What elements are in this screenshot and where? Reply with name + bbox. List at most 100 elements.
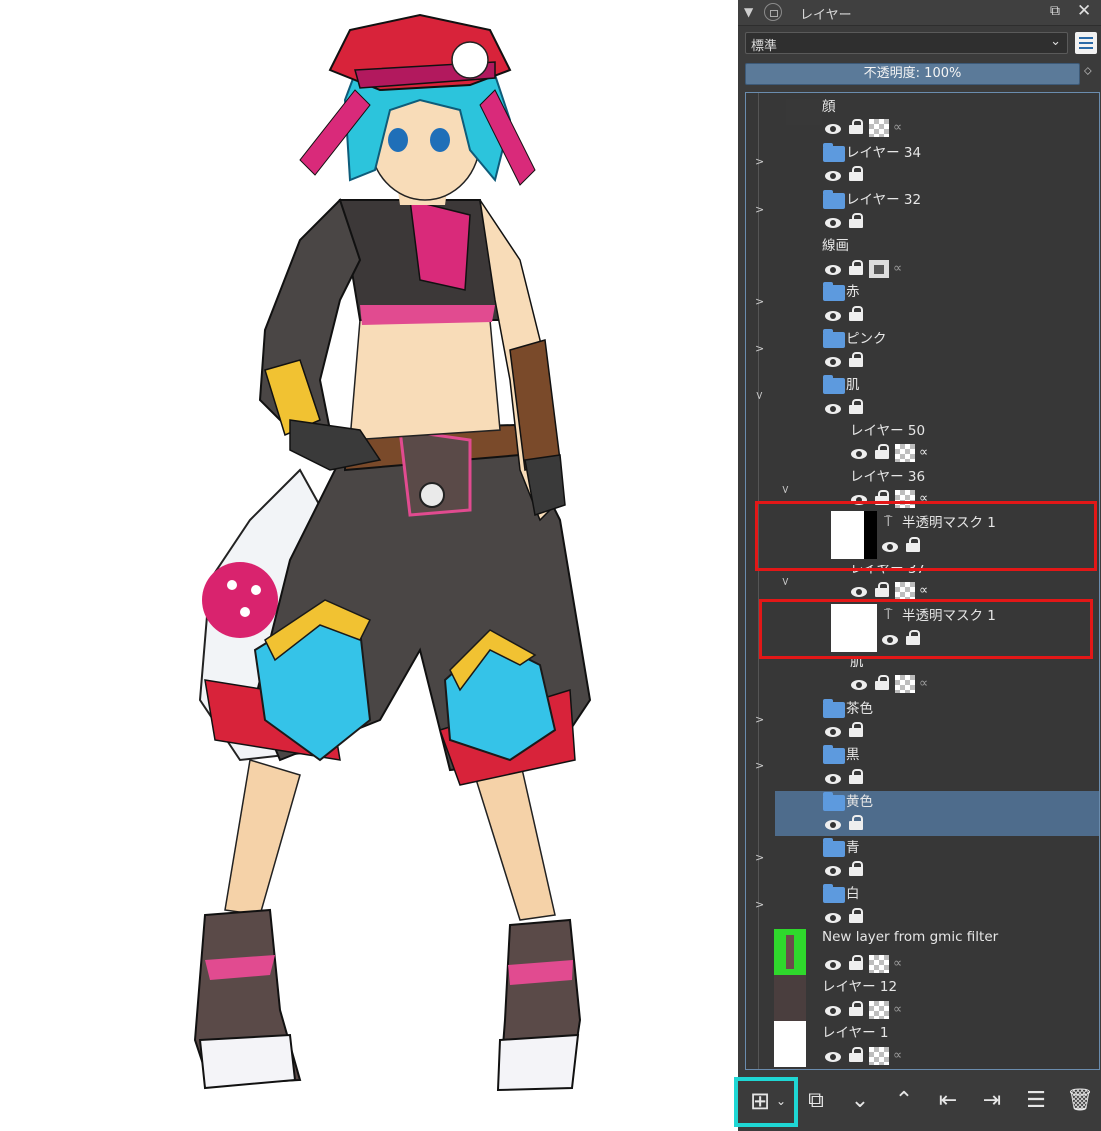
lock-icon[interactable]: [847, 955, 865, 971]
visibility-eye-icon[interactable]: [851, 586, 869, 598]
lock-icon[interactable]: [847, 908, 865, 924]
lock-docker-icon[interactable]: [764, 3, 782, 21]
alpha-lock-icon[interactable]: [895, 582, 915, 600]
expand-arrow-icon[interactable]: >: [755, 203, 764, 216]
expand-arrow-icon[interactable]: >: [755, 713, 764, 726]
layer-name: 黒: [846, 747, 860, 763]
lock-icon[interactable]: [847, 399, 865, 415]
move-up-icon[interactable]: ⌃: [886, 1083, 922, 1119]
layer-thumbnail: [774, 975, 806, 1021]
view-mode-icon[interactable]: [1075, 32, 1097, 54]
visibility-eye-icon[interactable]: [825, 264, 843, 276]
expand-arrow-icon[interactable]: >: [753, 391, 766, 400]
inherit-alpha-icon[interactable]: ∝: [893, 121, 909, 135]
lock-icon[interactable]: [847, 352, 865, 368]
lock-icon[interactable]: [847, 1001, 865, 1017]
folder-icon: [823, 792, 845, 811]
inherit-alpha-icon[interactable]: ∝: [893, 262, 909, 276]
outdent-icon[interactable]: ⇤: [930, 1083, 966, 1119]
expand-arrow-icon[interactable]: >: [755, 155, 764, 168]
lock-icon[interactable]: [847, 306, 865, 322]
collapse-arrow-icon[interactable]: ▼: [744, 5, 753, 19]
layer-name: 茶色: [846, 701, 873, 717]
visibility-eye-icon[interactable]: [825, 170, 843, 182]
alpha-lock-icon[interactable]: [869, 955, 889, 973]
opacity-spin-icon[interactable]: ⬦: [1084, 64, 1092, 78]
visibility-eye-icon[interactable]: [825, 310, 843, 322]
expand-arrow-icon[interactable]: >: [755, 851, 764, 864]
visibility-eye-icon[interactable]: [825, 1005, 843, 1017]
visibility-eye-icon[interactable]: [825, 819, 843, 831]
visibility-eye-icon[interactable]: [825, 726, 843, 738]
alpha-lock-icon[interactable]: [895, 675, 915, 693]
visibility-eye-icon[interactable]: [825, 356, 843, 368]
inherit-alpha-icon[interactable]: ∝: [893, 1049, 909, 1063]
indent-icon[interactable]: ⇥: [974, 1083, 1010, 1119]
alpha-lock-icon[interactable]: [869, 1001, 889, 1019]
layer-toolbar: ⊞ ⌄ ⧉ ⌄ ⌃ ⇤ ⇥ ☰ 🗑: [734, 1075, 1101, 1131]
layer-name: 肌: [846, 377, 860, 393]
alpha-locked-icon[interactable]: [869, 260, 889, 278]
inherit-alpha-icon[interactable]: ∝: [893, 957, 909, 971]
lock-icon[interactable]: [847, 861, 865, 877]
blend-mode-value: 標準: [751, 39, 778, 54]
layer-name: レイヤー 36: [850, 469, 926, 485]
visibility-eye-icon[interactable]: [851, 679, 869, 691]
expand-arrow-icon[interactable]: >: [779, 577, 792, 586]
lock-icon[interactable]: [847, 722, 865, 738]
visibility-eye-icon[interactable]: [825, 773, 843, 785]
expand-arrow-icon[interactable]: >: [755, 759, 764, 772]
alpha-lock-icon[interactable]: [869, 119, 889, 137]
layer-name: レイヤー 50: [850, 423, 926, 439]
opacity-slider[interactable]: 不透明度: 100%: [745, 63, 1080, 85]
folder-icon: [823, 884, 845, 903]
lock-icon[interactable]: [847, 166, 865, 182]
lock-icon[interactable]: [847, 1047, 865, 1063]
expand-arrow-icon[interactable]: >: [755, 295, 764, 308]
visibility-eye-icon[interactable]: [825, 959, 843, 971]
folder-icon: [823, 838, 845, 857]
properties-icon[interactable]: ☰: [1018, 1083, 1054, 1119]
inherit-alpha-icon[interactable]: ∝: [893, 1003, 909, 1017]
layer-name: 顔: [822, 99, 836, 115]
annotation-box: [755, 501, 1097, 571]
duplicate-layer-icon[interactable]: ⧉: [798, 1083, 834, 1119]
visibility-eye-icon[interactable]: [851, 448, 869, 460]
alpha-lock-icon[interactable]: [895, 444, 915, 462]
lock-icon[interactable]: [847, 769, 865, 785]
alpha-lock-icon[interactable]: [869, 1047, 889, 1065]
inherit-alpha-icon[interactable]: ∝: [919, 677, 935, 691]
visibility-eye-icon[interactable]: [825, 912, 843, 924]
folder-icon: [823, 745, 845, 764]
add-layer-dropdown-icon[interactable]: ⌄: [772, 1083, 790, 1119]
visibility-eye-icon[interactable]: [825, 403, 843, 415]
inherit-alpha-icon[interactable]: ∝: [919, 446, 935, 460]
lock-icon[interactable]: [847, 213, 865, 229]
drawing-canvas[interactable]: [0, 0, 738, 1131]
inherit-alpha-icon[interactable]: ∝: [919, 584, 935, 598]
lock-icon[interactable]: [847, 815, 865, 831]
blend-mode-select[interactable]: 標準 ⌄: [745, 32, 1068, 54]
float-docker-icon[interactable]: ⧉: [1050, 3, 1060, 19]
chevron-down-icon: ⌄: [1050, 34, 1061, 49]
delete-icon[interactable]: 🗑: [1062, 1083, 1098, 1119]
lock-icon[interactable]: [847, 119, 865, 135]
lock-icon[interactable]: [873, 582, 891, 598]
layer-name: ピンク: [846, 331, 887, 347]
visibility-eye-icon[interactable]: [825, 865, 843, 877]
expand-arrow-icon[interactable]: >: [755, 342, 764, 355]
visibility-eye-icon[interactable]: [825, 217, 843, 229]
lock-icon[interactable]: [873, 444, 891, 460]
lock-icon[interactable]: [873, 675, 891, 691]
layer-name: レイヤー 12: [822, 979, 898, 995]
lock-icon[interactable]: [847, 260, 865, 276]
layer-name: レイヤー 34: [846, 145, 922, 161]
visibility-eye-icon[interactable]: [825, 1051, 843, 1063]
move-down-icon[interactable]: ⌄: [842, 1083, 878, 1119]
expand-arrow-icon[interactable]: >: [779, 485, 792, 494]
expand-arrow-icon[interactable]: >: [755, 898, 764, 911]
layer-name: 白: [846, 886, 860, 902]
layer-list[interactable]: 顔 ∝ > レイヤー 34 > レイヤー 32 線画 ∝ > 赤 > ピンク >…: [745, 92, 1100, 1070]
visibility-eye-icon[interactable]: [825, 123, 843, 135]
close-icon[interactable]: ✕: [1077, 1, 1091, 21]
